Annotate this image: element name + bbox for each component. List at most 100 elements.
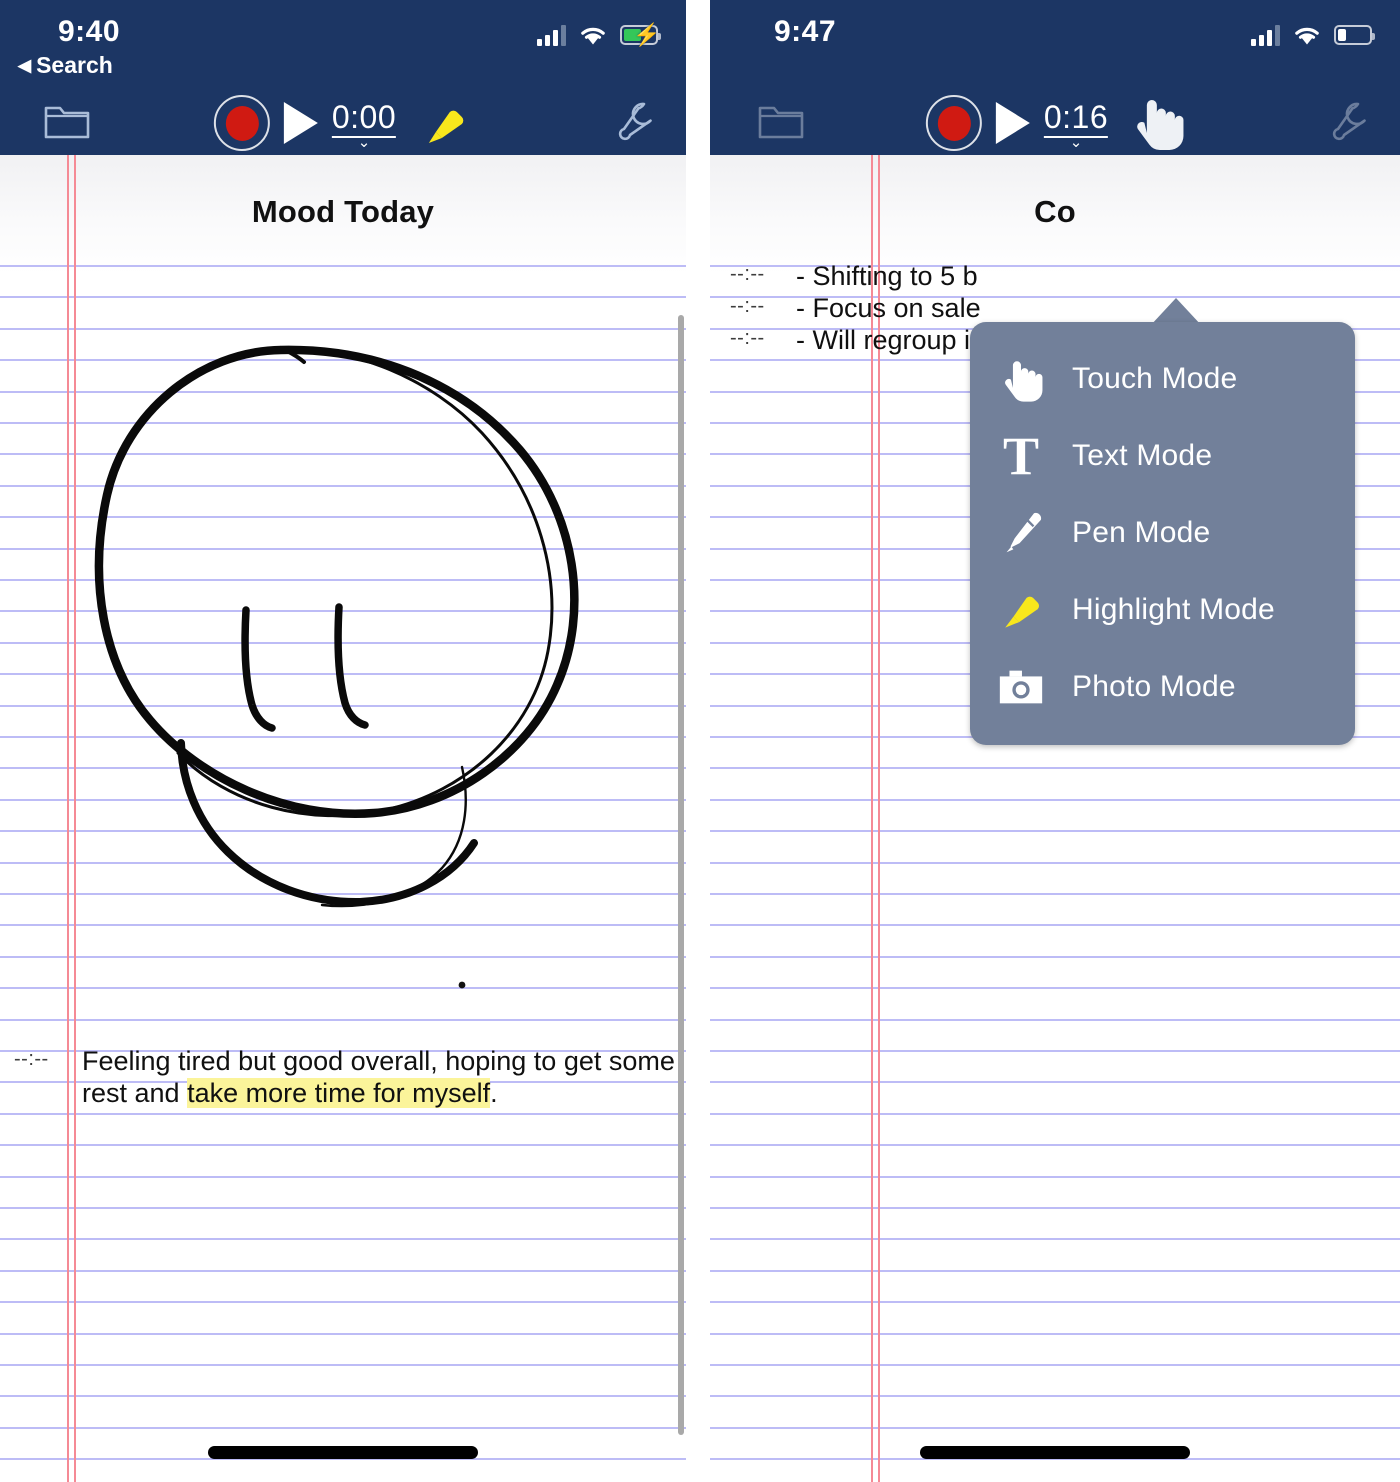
- entry-text[interactable]: - Will regroup in: [796, 325, 985, 356]
- page-title-partial: Co: [1034, 194, 1076, 229]
- ruled-line: [710, 1175, 1400, 1178]
- ruled-line: [710, 1144, 1400, 1147]
- entry-timestamp[interactable]: --:--: [730, 327, 765, 350]
- right-status-bar: 9:47: [710, 0, 1400, 86]
- scrollbar[interactable]: [678, 315, 684, 1435]
- right-toolbar: 0:16 ⌄: [710, 86, 1400, 155]
- right-note-paper[interactable]: Co --:-- - Shifting to 5 b --:-- - Focus…: [710, 155, 1400, 1482]
- left-transport-controls: 0:00 ⌄: [213, 95, 472, 151]
- ruled-line: [710, 1269, 1400, 1272]
- menu-item-label: Pen Mode: [1072, 515, 1211, 549]
- entry-text[interactable]: - Shifting to 5 b: [796, 261, 978, 292]
- ink-dot: [458, 981, 466, 989]
- menu-item-text-mode[interactable]: T Text Mode: [970, 417, 1355, 494]
- phone-screen-right: 9:47 0:16 ⌄ Co --:-- - Shifting to 5 b -…: [710, 0, 1400, 1482]
- timer-control[interactable]: 0:16 ⌄: [1043, 98, 1109, 151]
- ruled-line: [710, 924, 1400, 927]
- wifi-icon: [1293, 25, 1321, 46]
- ruled-line: [710, 1238, 1400, 1241]
- play-icon[interactable]: [995, 102, 1030, 144]
- ruled-line: [710, 1050, 1400, 1052]
- timer-control[interactable]: 0:00 ⌄: [331, 98, 397, 151]
- ruled-line: [710, 1018, 1400, 1021]
- ruled-line: [710, 1301, 1400, 1304]
- entry-line-2-highlighted: take more time for myself: [187, 1078, 491, 1108]
- timer-value: 0:00: [331, 98, 397, 138]
- highlighter-icon: [416, 99, 472, 156]
- ruled-line: [710, 1207, 1400, 1209]
- play-icon[interactable]: [283, 102, 318, 144]
- left-navbar: 9:40 ◀ Search ⚡ 0:00 ⌄: [0, 0, 686, 155]
- status-time: 9:47: [774, 15, 837, 48]
- ruled-line: [710, 893, 1400, 895]
- wifi-icon: [579, 25, 607, 46]
- menu-item-label: Touch Mode: [1072, 361, 1238, 395]
- ruled-line: [710, 1081, 1400, 1084]
- folder-icon[interactable]: [758, 100, 804, 145]
- record-button[interactable]: [925, 95, 982, 151]
- menu-item-label: Photo Mode: [1072, 669, 1236, 703]
- hand-drawn-smiley-face: [94, 345, 579, 989]
- back-caret-icon: ◀: [18, 56, 32, 75]
- status-time: 9:40: [58, 15, 121, 48]
- record-button[interactable]: [213, 95, 270, 151]
- hand-cursor-icon: [992, 353, 1050, 405]
- mode-menu-popup: Touch Mode T Text Mode Pen Mode Highligh…: [970, 322, 1355, 745]
- text-t-icon: T: [1002, 425, 1040, 486]
- entry-text[interactable]: - Focus on sale: [796, 293, 981, 324]
- ruled-line: [710, 1332, 1400, 1335]
- phone-screen-left: 9:40 ◀ Search ⚡ 0:00 ⌄ Mood Today --:-- …: [0, 0, 686, 1482]
- menu-item-label: Text Mode: [1072, 438, 1213, 472]
- entry-line-2-tail: .: [490, 1078, 498, 1108]
- highlighter-icon: [992, 584, 1050, 636]
- camera-icon: [992, 666, 1050, 708]
- entry-line-1[interactable]: Feeling tired but good overall, hoping t…: [82, 1046, 675, 1077]
- two-phone-screenshots: 9:40 ◀ Search ⚡ 0:00 ⌄ Mood Today --:-- …: [0, 0, 1400, 1482]
- ruled-line: [710, 987, 1400, 990]
- menu-item-highlight-mode[interactable]: Highlight Mode: [970, 571, 1355, 648]
- ruled-line: [710, 767, 1400, 770]
- back-to-search-button[interactable]: ◀ Search: [18, 52, 113, 79]
- menu-item-touch-mode[interactable]: Touch Mode: [970, 340, 1355, 417]
- ruled-line: [710, 1364, 1400, 1366]
- cellular-signal-icon: [1251, 24, 1280, 46]
- left-toolbar: 0:00 ⌄: [0, 86, 686, 155]
- menu-item-label: Highlight Mode: [1072, 592, 1275, 626]
- entry-line-2[interactable]: rest and take more time for myself.: [82, 1078, 498, 1109]
- back-label: Search: [36, 52, 113, 78]
- wrench-icon[interactable]: [1328, 98, 1372, 147]
- left-status-bar: 9:40 ◀ Search ⚡: [0, 0, 686, 86]
- mode-button-highlighter[interactable]: [410, 95, 472, 151]
- home-indicator[interactable]: [208, 1446, 478, 1459]
- mode-button-touch[interactable]: [1122, 95, 1184, 151]
- battery-charging-icon: ⚡: [620, 24, 661, 46]
- entry-timestamp[interactable]: --:--: [14, 1048, 49, 1071]
- folder-icon[interactable]: [44, 100, 90, 145]
- ruled-line: [710, 1426, 1400, 1429]
- ruled-line: [710, 1395, 1400, 1398]
- wrench-icon[interactable]: [614, 98, 658, 147]
- hand-cursor-icon: [1126, 91, 1188, 158]
- ruled-line: [710, 1112, 1400, 1115]
- menu-item-pen-mode[interactable]: Pen Mode: [970, 494, 1355, 571]
- ruled-line: [710, 798, 1400, 801]
- ruled-line: [710, 861, 1400, 864]
- entry-line-2-plain: rest and: [82, 1078, 188, 1108]
- entry-timestamp[interactable]: --:--: [730, 263, 765, 286]
- timer-value: 0:16: [1043, 98, 1109, 138]
- ruled-line: [710, 955, 1400, 958]
- menu-item-photo-mode[interactable]: Photo Mode: [970, 648, 1355, 725]
- ruled-line: [710, 830, 1400, 833]
- status-icon-group: [1251, 24, 1375, 46]
- right-navbar: 9:47 0:16 ⌄: [710, 0, 1400, 155]
- right-transport-controls: 0:16 ⌄: [925, 95, 1184, 151]
- status-icon-group: ⚡: [537, 24, 661, 46]
- chevron-down-icon: ⌄: [1069, 133, 1083, 151]
- entry-timestamp[interactable]: --:--: [730, 295, 765, 318]
- left-note-paper[interactable]: Mood Today --:-- Feeling tired but good …: [0, 155, 686, 1482]
- chevron-down-icon: ⌄: [357, 133, 371, 151]
- battery-low-icon: [1334, 25, 1375, 45]
- cellular-signal-icon: [537, 24, 566, 46]
- pen-icon: [992, 507, 1050, 559]
- home-indicator[interactable]: [920, 1446, 1190, 1459]
